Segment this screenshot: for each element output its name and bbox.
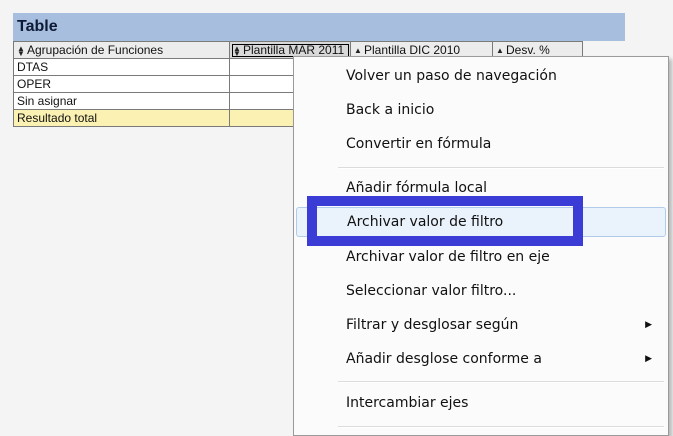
menu-item-archivar-filtro-eje[interactable]: Archivar valor de filtro en eje <box>296 242 666 272</box>
context-menu: Volver un paso de navegación Back a inic… <box>293 56 669 436</box>
sort-icon[interactable]: ▲ ▼ <box>17 44 25 57</box>
submenu-arrow-icon: ▶ <box>645 354 652 364</box>
menu-item-intercambiar-ejes[interactable]: Intercambiar ejes <box>296 388 666 418</box>
row-label[interactable]: DTAS <box>13 58 230 76</box>
menu-item-anadir-desglose[interactable]: Añadir desglose conforme a ▶ <box>296 344 666 374</box>
sort-icon[interactable]: ▲ ▼ <box>233 44 241 57</box>
menu-item-archivar-valor-filtro[interactable]: Archivar valor de filtro <box>296 207 666 237</box>
menu-separator <box>338 426 664 428</box>
menu-item-volver[interactable]: Volver un paso de navegación <box>296 61 666 91</box>
sort-icon[interactable]: ▲ <box>354 47 362 55</box>
table-panel-title: Table <box>13 13 625 41</box>
menu-item-anadir-formula-local[interactable]: Añadir fórmula local <box>296 173 666 203</box>
column-header-agrupacion[interactable]: ▲ ▼ Agrupación de Funciones <box>13 41 230 59</box>
menu-item-filtrar-desglosar[interactable]: Filtrar y desglosar según ▶ <box>296 310 666 340</box>
row-label[interactable]: OPER <box>13 75 230 93</box>
menu-item-seleccionar-valor-filtro[interactable]: Seleccionar valor filtro... <box>296 276 666 306</box>
menu-item-back-inicio[interactable]: Back a inicio <box>296 95 666 125</box>
menu-separator <box>338 381 664 383</box>
row-label[interactable]: Resultado total <box>13 109 230 127</box>
sort-icon[interactable]: ▲ <box>496 47 504 55</box>
submenu-arrow-icon: ▶ <box>645 320 652 330</box>
row-label[interactable]: Sin asignar <box>13 92 230 110</box>
menu-item-convertir-formula[interactable]: Convertir en fórmula <box>296 129 666 159</box>
menu-separator <box>338 167 664 169</box>
